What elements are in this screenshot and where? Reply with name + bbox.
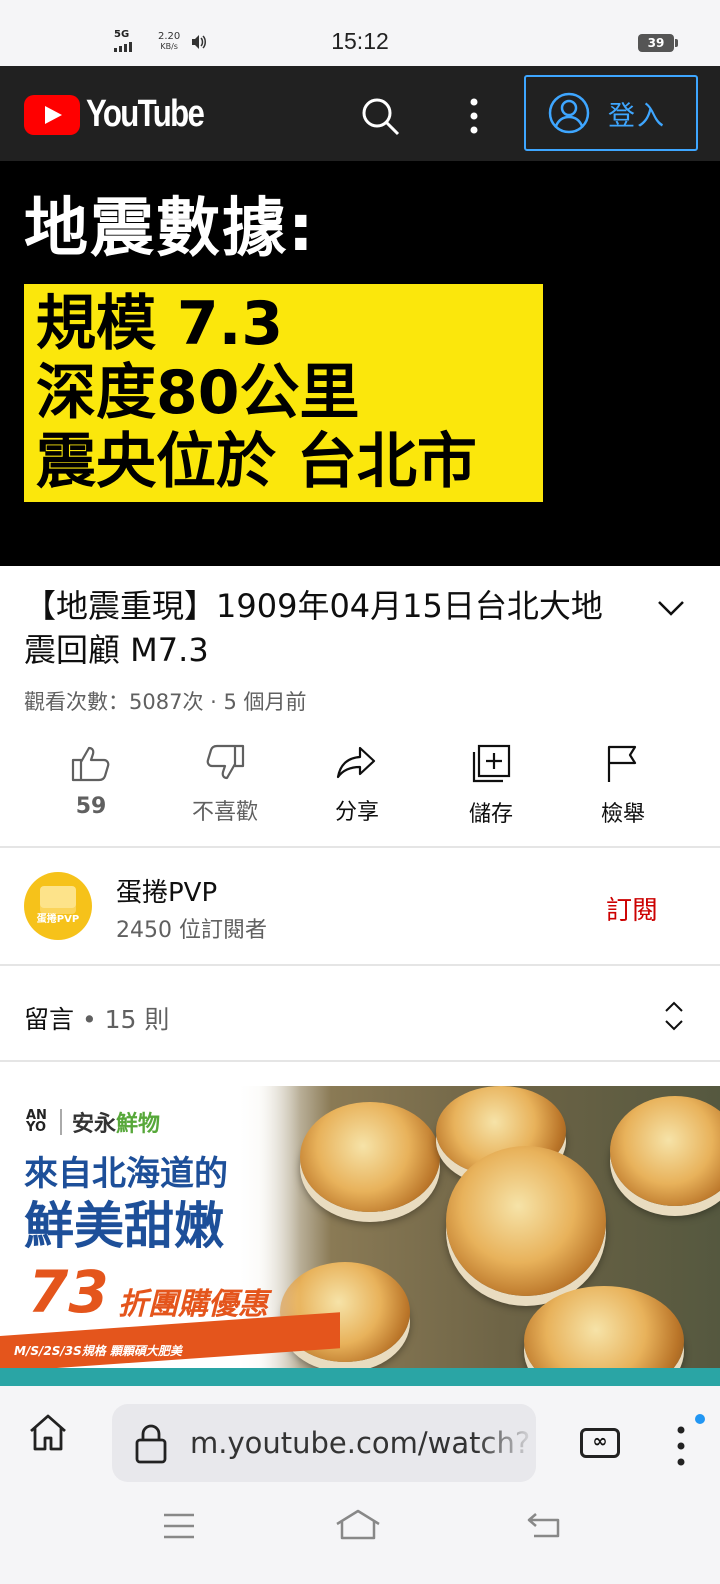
search-icon[interactable] (358, 94, 402, 138)
brand-separator (60, 1109, 62, 1135)
report-button[interactable]: 檢舉 (568, 744, 678, 828)
like-button[interactable]: 59 (36, 744, 146, 819)
youtube-wordmark: YouTube (86, 93, 205, 135)
battery-icon: 39 (638, 34, 678, 52)
comments-label: 留言 (24, 1005, 75, 1034)
url-fade (476, 1404, 536, 1482)
comments-count: • 15 則 (74, 1005, 170, 1034)
video-overlay-title: 地震數據: (24, 192, 316, 266)
save-label: 儲存 (468, 802, 513, 827)
brand-name: 安永 (72, 1112, 117, 1137)
more-vert-icon[interactable] (676, 1424, 686, 1468)
unfold-icon[interactable] (662, 1000, 686, 1032)
home-icon[interactable] (28, 1412, 68, 1452)
chevron-down-icon[interactable] (656, 598, 686, 618)
menu-icon[interactable] (162, 1512, 196, 1540)
signin-button[interactable]: 登入 (524, 75, 698, 151)
infinity-tabs-icon[interactable]: ∞ (580, 1428, 620, 1458)
egg-roll-icon (40, 886, 76, 908)
report-label: 檢舉 (600, 802, 645, 827)
ad-bottom-band (0, 1368, 720, 1386)
overlay-line: 震央位於 台北市 (36, 427, 477, 497)
video-meta: 觀看次數：5087次 · 5 個月前 (24, 690, 307, 714)
ad-banner[interactable]: AN YO 安永 鮮物 來自北海道的 鮮美甜嫩 73 折團購優惠 M/S/2S/3… (0, 1086, 720, 1386)
divider (0, 1060, 720, 1062)
brand-name-accent: 鮮物 (116, 1112, 161, 1137)
subscribe-button[interactable]: 訂閱 (606, 890, 658, 927)
more-vert-icon[interactable] (462, 94, 486, 138)
browser-toolbar: m.youtube.com/watch? ∞ (0, 1386, 720, 1486)
overlay-line: 深度80公里 (36, 358, 360, 428)
video-player[interactable]: 地震數據: 規模 7.3 深度80公里 震央位於 台北市 (0, 161, 720, 566)
dislike-button[interactable]: 不喜歡 (170, 744, 280, 826)
like-count: 59 (75, 794, 107, 819)
status-bar: 5G 2.20 KB/s 15:12 39 (0, 0, 720, 66)
lock-icon (135, 1424, 167, 1464)
scallop-image (300, 1102, 440, 1212)
scallop-image (446, 1146, 606, 1296)
address-bar[interactable]: m.youtube.com/watch? (112, 1404, 536, 1482)
youtube-header: YouTube 登入 (0, 66, 720, 161)
signin-label: 登入 (608, 100, 666, 132)
scallop-image (610, 1096, 720, 1206)
thumb-down-icon (206, 744, 245, 780)
save-button[interactable]: 儲存 (436, 744, 546, 828)
share-icon (336, 746, 376, 779)
avatar-text: 蛋捲PVP (36, 914, 80, 925)
youtube-play-icon (24, 94, 80, 135)
system-navigation-bar (0, 1486, 720, 1584)
thumb-up-icon (71, 746, 110, 782)
flag-icon (607, 745, 637, 782)
channel-name[interactable]: 蛋捲PVP (116, 872, 217, 909)
ad-headline-large: 鮮美甜嫩 (24, 1197, 224, 1255)
video-overlay-box: 規模 7.3 深度80公里 震央位於 台北市 (24, 284, 543, 502)
notification-dot (695, 1414, 705, 1424)
back-icon[interactable] (526, 1510, 562, 1540)
share-button[interactable]: 分享 (302, 744, 412, 826)
account-circle-icon (548, 92, 590, 134)
brand-logo: AN YO (26, 1108, 47, 1135)
overlay-line: 規模 7.3 (36, 289, 284, 359)
subscriber-count: 2450 位訂閱者 (116, 918, 267, 943)
video-title[interactable]: 【地震重現】1909年04月15日台北大地震回顧 M7.3 (24, 584, 634, 672)
divider (0, 846, 720, 848)
clock: 15:12 (331, 28, 389, 54)
library-add-icon (472, 744, 511, 783)
youtube-logo[interactable]: YouTube (24, 93, 229, 136)
share-label: 分享 (334, 800, 379, 825)
ad-brand: AN YO 安永 鮮物 (26, 1106, 160, 1138)
ad-offer: 折團購優惠 (118, 1287, 268, 1322)
channel-avatar[interactable]: 蛋捲PVP (24, 872, 92, 940)
comments-header[interactable]: 留言 • 15 則 (24, 1000, 169, 1036)
ad-discount: 73 (28, 1258, 109, 1326)
ad-strip-text: M/S/2S/3S規格 顆顆碩大肥美 (14, 1344, 182, 1358)
divider (0, 964, 720, 966)
dislike-label: 不喜歡 (191, 800, 258, 825)
nav-home-icon[interactable] (334, 1508, 382, 1540)
